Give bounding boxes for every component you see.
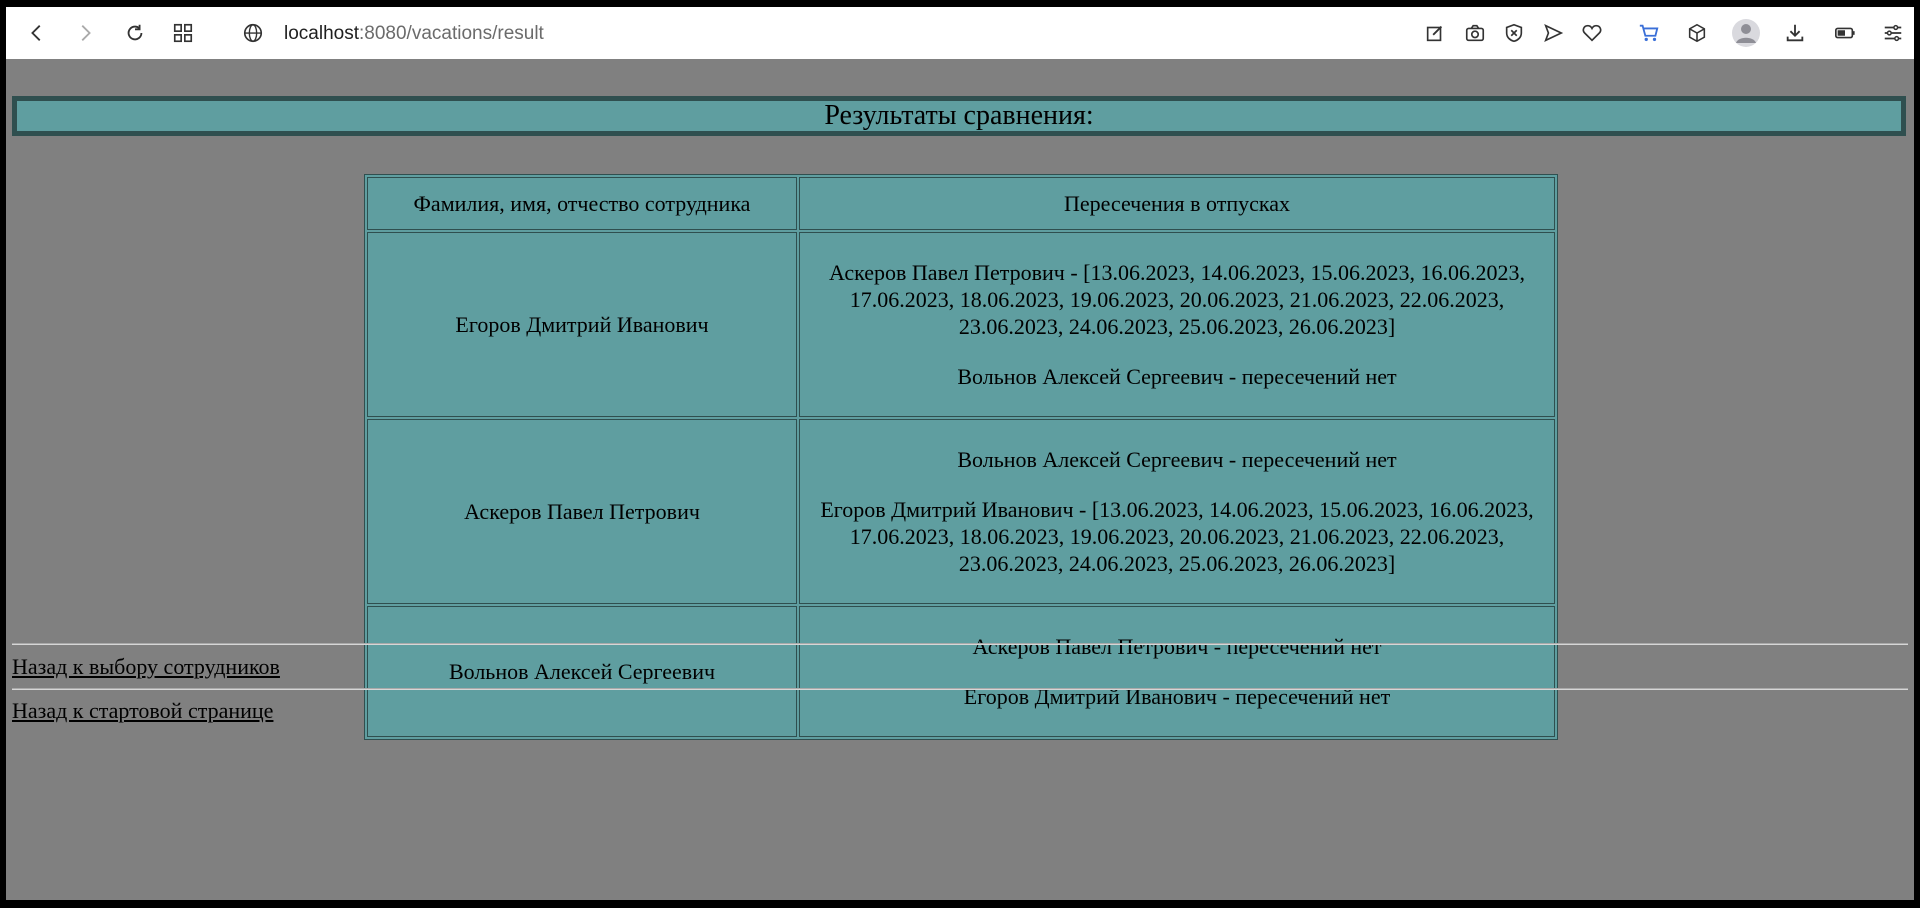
table-row: Аскеров Павел Петрович Вольнов Алексей С…: [367, 419, 1555, 604]
divider: [12, 688, 1908, 690]
overlaps-cell: Вольнов Алексей Сергеевич - пересечений …: [799, 419, 1555, 604]
browser-toolbar: localhost:8080/vacations/result: [6, 7, 1914, 59]
table-row: Вольнов Алексей Сергеевич Аскеров Павел …: [367, 606, 1555, 737]
site-info-globe-icon[interactable]: [240, 20, 266, 46]
page-title: Результаты сравнения:: [12, 96, 1906, 136]
overlap-entry: Егоров Дмитрий Иванович - [13.06.2023, 1…: [820, 497, 1534, 576]
back-icon[interactable]: [24, 20, 50, 46]
overlaps-cell: Аскеров Павел Петрович - пересечений нет…: [799, 606, 1555, 737]
page-content: Результаты сравнения: Фамилия, имя, отче…: [6, 59, 1914, 900]
forward-icon[interactable]: [72, 20, 98, 46]
table-row: Егоров Дмитрий Иванович Аскеров Павел Пе…: [367, 232, 1555, 417]
browser-window: localhost:8080/vacations/result Результа…: [6, 7, 1914, 900]
column-header-employee: Фамилия, имя, отчество сотрудника: [367, 177, 797, 230]
download-icon[interactable]: [1782, 20, 1808, 46]
address-bar[interactable]: localhost:8080/vacations/result: [284, 23, 544, 45]
overlap-entry: Вольнов Алексей Сергеевич - пересечений …: [957, 447, 1397, 472]
url-host: localhost: [284, 23, 359, 44]
edit-icon[interactable]: [1422, 20, 1448, 46]
overlap-entry: Аскеров Павел Петрович - пересечений нет: [972, 634, 1382, 659]
column-header-overlaps: Пересечения в отпусках: [799, 177, 1555, 230]
url-path: :8080/vacations/result: [359, 23, 544, 44]
back-to-employee-selection-link[interactable]: Назад к выбору сотрудников: [12, 654, 280, 680]
heart-icon[interactable]: [1579, 20, 1605, 46]
adblock-shield-icon[interactable]: [1501, 20, 1527, 46]
divider: [12, 643, 1908, 645]
battery-saver-icon[interactable]: [1832, 20, 1858, 46]
overlap-entry: Аскеров Павел Петрович - [13.06.2023, 14…: [829, 260, 1525, 339]
employee-name-cell: Егоров Дмитрий Иванович: [367, 232, 797, 417]
overlaps-cell: Аскеров Павел Петрович - [13.06.2023, 14…: [799, 232, 1555, 417]
overlap-entry: Вольнов Алексей Сергеевич - пересечений …: [957, 364, 1397, 389]
settings-menu-icon[interactable]: [1880, 20, 1906, 46]
comparison-table: Фамилия, имя, отчество сотрудника Пересе…: [364, 174, 1558, 740]
shopping-cart-icon[interactable]: [1636, 20, 1662, 46]
tabs-grid-icon[interactable]: [170, 20, 196, 46]
profile-avatar-icon[interactable]: [1731, 18, 1761, 48]
employee-name-cell: Вольнов Алексей Сергеевич: [367, 606, 797, 737]
camera-icon[interactable]: [1462, 20, 1488, 46]
send-icon[interactable]: [1540, 20, 1566, 46]
employee-name-cell: Аскеров Павел Петрович: [367, 419, 797, 604]
extensions-cube-icon[interactable]: [1684, 20, 1710, 46]
table-header-row: Фамилия, имя, отчество сотрудника Пересе…: [367, 177, 1555, 230]
back-to-start-page-link[interactable]: Назад к стартовой странице: [12, 698, 273, 724]
reload-icon[interactable]: [122, 20, 148, 46]
